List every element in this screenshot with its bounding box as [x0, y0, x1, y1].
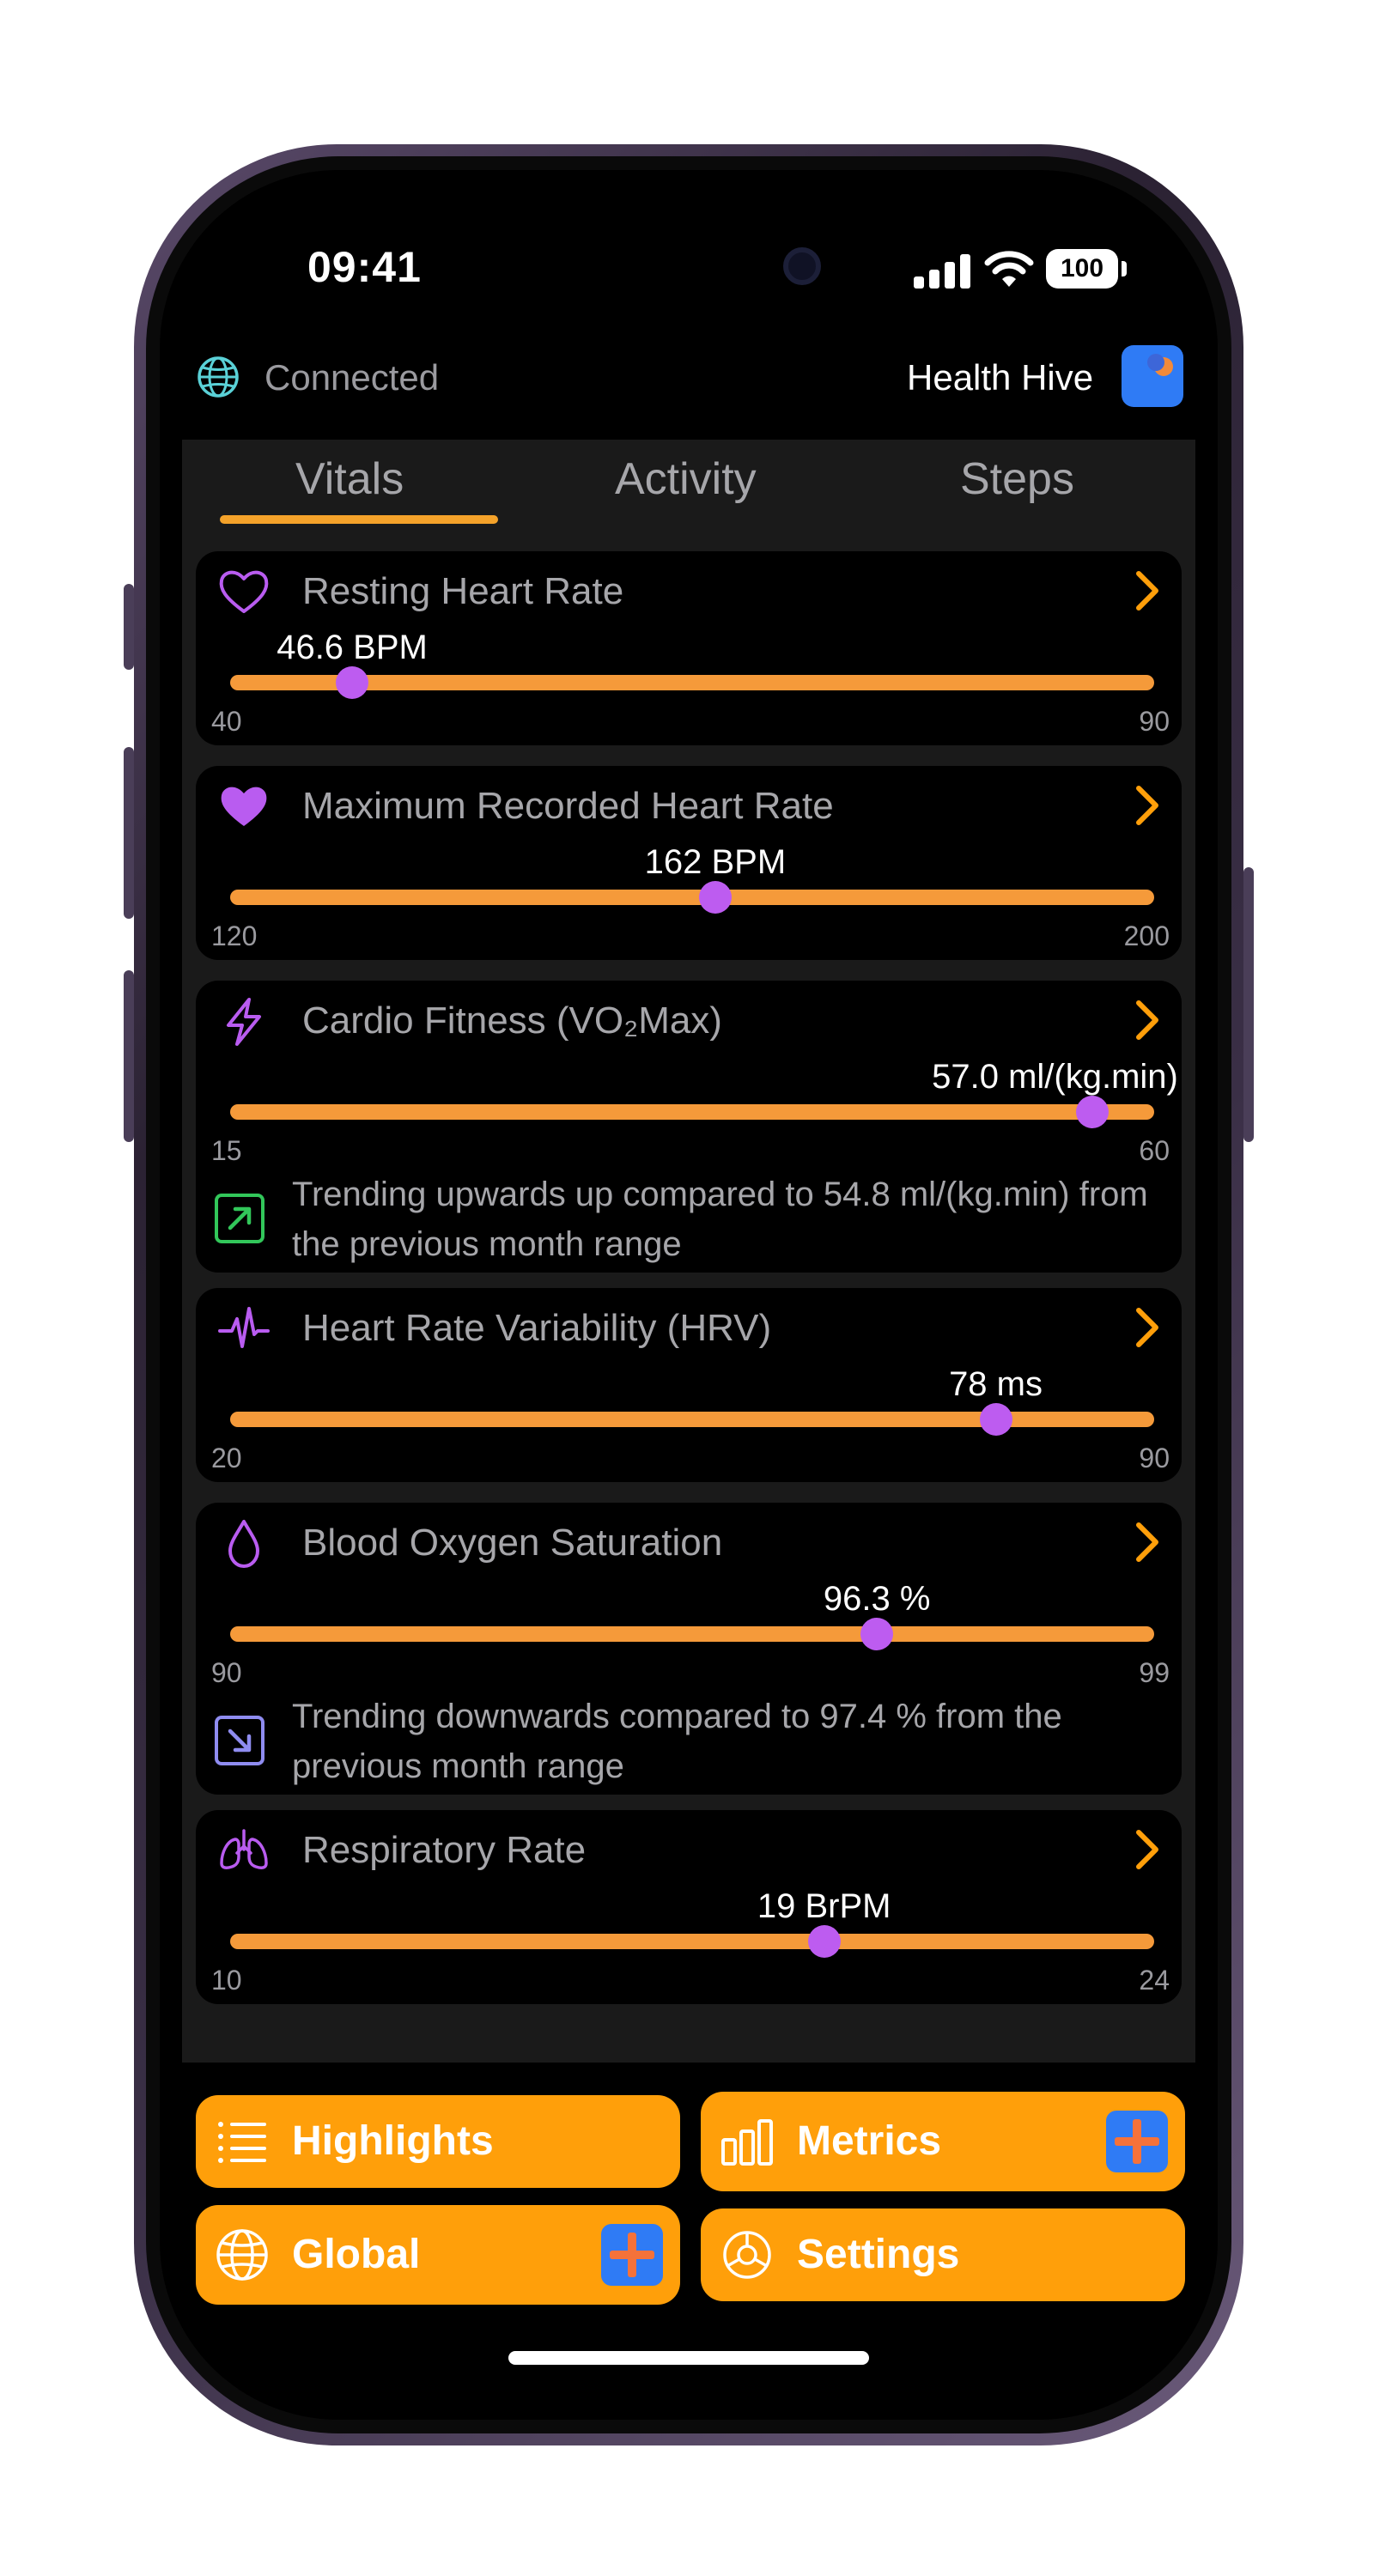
vitals-panel: Vitals Activity Steps Resting Heart Rate…: [182, 440, 1195, 2063]
trend-text: Trending upwards up compared to 54.8 ml/…: [292, 1176, 1148, 1263]
highlights-label: Highlights: [292, 2118, 494, 2164]
settings-label: Settings: [797, 2232, 960, 2277]
volume-down-button: [124, 970, 134, 1142]
chevron-right-icon[interactable]: [1132, 1305, 1163, 1350]
metric-value-label: 162 BPM: [644, 843, 787, 881]
metric-card-hrv[interactable]: Heart Rate Variability (HRV) 78 ms 20 90: [196, 1288, 1182, 1482]
metric-value-label: 78 ms: [949, 1365, 1043, 1403]
metrics-label: Metrics: [797, 2118, 942, 2164]
tab-steps[interactable]: Steps: [960, 453, 1074, 505]
metric-title: Blood Oxygen Saturation: [302, 1522, 723, 1564]
chevron-right-icon[interactable]: [1132, 1520, 1163, 1564]
action-button: [124, 584, 134, 670]
metric-title: Respiratory Rate: [302, 1829, 587, 1871]
range-min: 15: [211, 1135, 242, 1166]
range-min: 20: [211, 1443, 242, 1473]
metric-card-resting-heart-rate[interactable]: Resting Heart Rate 46.6 BPM 40 90: [196, 551, 1182, 745]
metric-title: Cardio Fitness (VO₂Max): [302, 999, 722, 1042]
camera-icon: [783, 247, 821, 285]
slider-track: [230, 1412, 1154, 1427]
chevron-right-icon[interactable]: [1132, 998, 1163, 1042]
bolt-icon: [227, 998, 261, 1046]
lungs-icon: [220, 1829, 268, 1869]
arrow-up-right-icon: [215, 1194, 264, 1243]
gear-icon: [723, 2231, 771, 2279]
app-logo[interactable]: [1122, 345, 1183, 407]
bar-chart-icon: [721, 2119, 773, 2166]
metric-value-label: 96.3 %: [823, 1580, 931, 1618]
app-name: Health Hive: [907, 357, 1094, 398]
range-min: 10: [211, 1965, 242, 1996]
power-button: [1243, 867, 1254, 1142]
globe-icon: [216, 2229, 268, 2281]
drop-icon: [228, 1520, 259, 1568]
slider-track: [230, 1626, 1154, 1642]
range-max: 24: [1139, 1965, 1170, 1996]
range-max: 60: [1139, 1135, 1170, 1166]
heart-filled-icon: [221, 787, 267, 826]
slider-knob[interactable]: [860, 1618, 894, 1650]
status-time: 09:41: [307, 243, 422, 291]
slider-knob[interactable]: [979, 1403, 1012, 1436]
cellular-signal-icon: [914, 252, 970, 289]
add-metrics-icon[interactable]: [1106, 2111, 1168, 2172]
screen: 09:41 100 Connected Health Hive Vitals A…: [160, 170, 1218, 2420]
range-min: 90: [211, 1657, 242, 1688]
list-icon: [218, 2122, 266, 2163]
trend-text: Trending downwards compared to 97.4 % fr…: [292, 1698, 1062, 1785]
slider-track: [230, 675, 1154, 690]
slider-knob[interactable]: [807, 1925, 841, 1958]
global-label: Global: [292, 2232, 421, 2277]
metric-value-label: 46.6 BPM: [277, 629, 428, 666]
chevron-right-icon[interactable]: [1132, 568, 1163, 613]
tab-activity[interactable]: Activity: [615, 453, 757, 505]
metric-title: Resting Heart Rate: [302, 570, 624, 612]
slider-knob[interactable]: [1076, 1096, 1110, 1128]
metric-card-cardio-fitness[interactable]: Cardio Fitness (VO₂Max) 57.0 ml/(kg.min)…: [196, 981, 1182, 1273]
battery-icon: 100: [1046, 249, 1118, 289]
globe-icon: [198, 356, 239, 398]
connection-status: Connected: [264, 357, 440, 398]
metric-value-label: 19 BrPM: [757, 1887, 891, 1925]
volume-up-button: [124, 747, 134, 919]
home-indicator[interactable]: [508, 2351, 869, 2365]
add-global-icon[interactable]: [601, 2224, 663, 2286]
metric-card-respiratory-rate[interactable]: Respiratory Rate 19 BrPM 10 24: [196, 1810, 1182, 2004]
global-button[interactable]: Global: [196, 2205, 680, 2305]
waveform-icon: [218, 1307, 270, 1348]
settings-button[interactable]: Settings: [701, 2208, 1185, 2301]
metric-title: Heart Rate Variability (HRV): [302, 1307, 772, 1349]
metric-value-label: 57.0 ml/(kg.min): [932, 1058, 1178, 1096]
arrow-down-right-icon: [215, 1716, 264, 1765]
chevron-right-icon[interactable]: [1132, 1827, 1163, 1872]
metric-card-blood-oxygen[interactable]: Blood Oxygen Saturation 96.3 % 90 99 Tre…: [196, 1503, 1182, 1795]
metric-card-max-heart-rate[interactable]: Maximum Recorded Heart Rate 162 BPM 120 …: [196, 766, 1182, 960]
tab-bar: Vitals Activity Steps: [182, 440, 1195, 534]
range-max: 99: [1139, 1657, 1170, 1688]
heart-outline-icon: [219, 570, 269, 613]
wifi-icon: [984, 251, 1034, 287]
range-min: 40: [211, 706, 242, 737]
slider-track: [230, 890, 1154, 905]
range-max: 90: [1139, 1443, 1170, 1473]
slider-knob[interactable]: [698, 881, 732, 914]
highlights-button[interactable]: Highlights: [196, 2095, 680, 2188]
slider-track: [230, 1104, 1154, 1120]
battery-tip: [1122, 261, 1127, 276]
metrics-button[interactable]: Metrics: [701, 2092, 1185, 2191]
slider-track: [230, 1934, 1154, 1949]
range-max: 90: [1139, 706, 1170, 737]
tab-vitals[interactable]: Vitals: [295, 453, 404, 505]
metric-title: Maximum Recorded Heart Rate: [302, 785, 834, 827]
range-min: 120: [211, 920, 258, 951]
range-max: 200: [1123, 920, 1170, 951]
slider-knob[interactable]: [336, 666, 369, 699]
tab-selected-indicator: [220, 515, 498, 524]
chevron-right-icon[interactable]: [1132, 783, 1163, 828]
